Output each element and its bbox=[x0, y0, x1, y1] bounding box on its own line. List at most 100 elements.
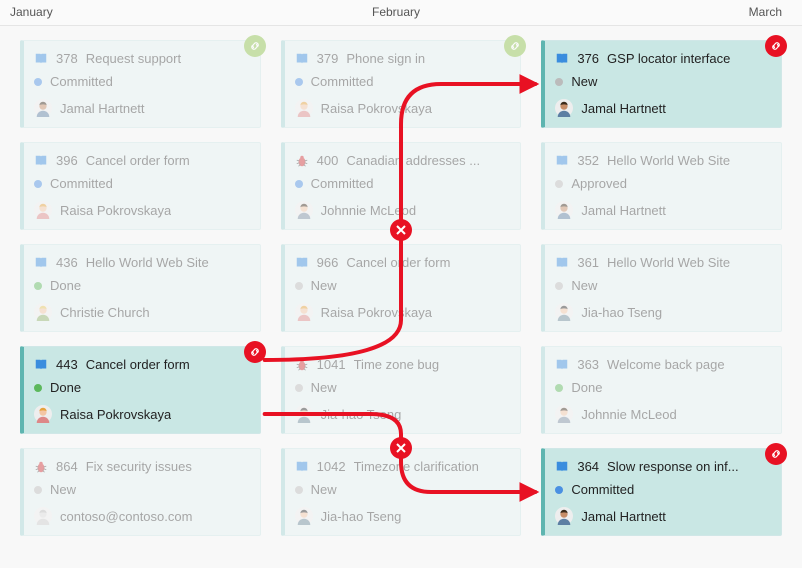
status-row: Done bbox=[34, 278, 248, 293]
assignee-name: Jamal Hartnett bbox=[581, 509, 666, 524]
work-item-title: Hello World Web Site bbox=[607, 153, 769, 168]
card-header: 378Request support bbox=[34, 51, 248, 66]
work-item-title: GSP locator interface bbox=[607, 51, 769, 66]
work-item-title: Canadian addresses ... bbox=[346, 153, 508, 168]
work-item-card[interactable]: 966Cancel order formNewRaisa Pokrovskaya bbox=[281, 244, 522, 332]
work-item-title: Welcome back page bbox=[607, 357, 769, 372]
status-dot-icon bbox=[295, 78, 303, 86]
card-header: 364 Slow response on inf... bbox=[555, 459, 769, 474]
dependency-link-icon[interactable] bbox=[765, 35, 787, 57]
work-item-card[interactable]: 378Request supportCommittedJamal Hartnet… bbox=[20, 40, 261, 128]
card-header: 376 GSP locator interface bbox=[555, 51, 769, 66]
avatar-icon bbox=[34, 405, 52, 423]
work-item-title: Cancel order form bbox=[86, 357, 248, 372]
work-item-card[interactable]: 1042Timezone clarificationNewJia-hao Tse… bbox=[281, 448, 522, 536]
work-item-id: 364 bbox=[577, 459, 599, 474]
work-item-card[interactable]: 364Slow response on inf...CommittedJamal… bbox=[541, 448, 782, 536]
work-item-card[interactable]: 352Hello World Web SiteApprovedJamal Har… bbox=[541, 142, 782, 230]
status-row: Committed bbox=[295, 74, 509, 89]
dependency-link-icon[interactable] bbox=[504, 35, 526, 57]
card-header: 361Hello World Web Site bbox=[555, 255, 769, 270]
work-item-title: Hello World Web Site bbox=[86, 255, 248, 270]
pbi-icon bbox=[295, 460, 309, 474]
status-label: New bbox=[571, 74, 597, 89]
status-dot-icon bbox=[555, 78, 563, 86]
work-item-title: Request support bbox=[86, 51, 248, 66]
assignee-name: Raisa Pokrovskaya bbox=[321, 305, 432, 320]
assignee-row: Jia-hao Tseng bbox=[295, 405, 509, 423]
work-item-title: Hello World Web Site bbox=[607, 255, 769, 270]
status-label: New bbox=[311, 482, 337, 497]
status-label: Committed bbox=[311, 74, 374, 89]
pbi-icon bbox=[34, 256, 48, 270]
status-dot-icon bbox=[34, 486, 42, 494]
work-item-title: Slow response on inf... bbox=[607, 459, 769, 474]
work-item-card[interactable]: 864Fix security issues New contoso@contoso… bbox=[20, 448, 261, 536]
status-dot-icon bbox=[555, 282, 563, 290]
avatar-icon bbox=[555, 99, 573, 117]
dependency-link-icon[interactable] bbox=[244, 35, 266, 57]
status-row: New bbox=[295, 278, 509, 293]
status-dot-icon bbox=[555, 180, 563, 188]
assignee-row: Jia-hao Tseng bbox=[295, 507, 509, 525]
work-item-title: Cancel order form bbox=[86, 153, 248, 168]
assignee-name: Raisa Pokrovskaya bbox=[60, 407, 171, 422]
dependency-link-icon[interactable] bbox=[244, 341, 266, 363]
assignee-name: Jia-hao Tseng bbox=[581, 305, 662, 320]
work-item-card[interactable]: 443Cancel order form Done Raisa Pokrovskay… bbox=[20, 346, 261, 434]
work-item-title: Time zone bug bbox=[354, 357, 509, 372]
pbi-icon bbox=[34, 154, 48, 168]
avatar-icon bbox=[295, 99, 313, 117]
card-header: 1041Time zone bug bbox=[295, 357, 509, 372]
work-item-card[interactable]: 363Welcome back pageDoneJohnnie McLeod bbox=[541, 346, 782, 434]
assignee-row: Raisa Pokrovskaya bbox=[295, 99, 509, 117]
status-row: Approved bbox=[555, 176, 769, 191]
month-header: January February March bbox=[0, 0, 802, 26]
work-item-card[interactable]: 361Hello World Web Site New Jia-hao Tseng bbox=[541, 244, 782, 332]
status-label: New bbox=[311, 380, 337, 395]
status-row: New bbox=[34, 482, 248, 497]
work-item-card[interactable]: 1041Time zone bug New Jia-hao Tseng bbox=[281, 346, 522, 434]
pbi-icon bbox=[555, 358, 569, 372]
work-item-card[interactable]: 379Phone sign in Committed Raisa Pokrovska… bbox=[281, 40, 522, 128]
status-label: Done bbox=[571, 380, 602, 395]
pbi-icon bbox=[295, 52, 309, 66]
card-header: 864Fix security issues bbox=[34, 459, 248, 474]
card-header: 379Phone sign in bbox=[295, 51, 509, 66]
pbi-icon bbox=[555, 256, 569, 270]
dependency-link-icon[interactable] bbox=[765, 443, 787, 465]
status-label: Done bbox=[50, 380, 81, 395]
bug-icon bbox=[295, 154, 309, 168]
assignee-row: Jamal Hartnett bbox=[555, 507, 769, 525]
status-row: Done bbox=[34, 380, 248, 395]
column-march: 376 GSP locator interface New Jamal Hartnet… bbox=[541, 40, 782, 568]
status-dot-icon bbox=[295, 384, 303, 392]
avatar-icon bbox=[295, 201, 313, 219]
assignee-name: Johnnie McLeod bbox=[581, 407, 676, 422]
status-label: Committed bbox=[50, 74, 113, 89]
assignee-row: contoso@contoso.com bbox=[34, 507, 248, 525]
assignee-row: Christie Church bbox=[34, 303, 248, 321]
work-item-id: 396 bbox=[56, 153, 78, 168]
card-header: 352 Hello World Web Site bbox=[555, 153, 769, 168]
column-february: 379Phone sign in Committed Raisa Pokrovska… bbox=[281, 40, 522, 568]
work-item-card[interactable]: 436Hello World Web SiteDoneChristie Chur… bbox=[20, 244, 261, 332]
assignee-row: Jia-hao Tseng bbox=[555, 303, 769, 321]
work-item-id: 352 bbox=[577, 153, 599, 168]
status-row: Done bbox=[555, 380, 769, 395]
plan-board: 378Request support Committed Jamal Hartnet… bbox=[0, 26, 802, 568]
assignee-row: Raisa Pokrovskaya bbox=[34, 405, 248, 423]
work-item-id: 376 bbox=[577, 51, 599, 66]
work-item-card[interactable]: 396Cancel order formCommittedRaisa Pokro… bbox=[20, 142, 261, 230]
status-label: New bbox=[571, 278, 597, 293]
status-dot-icon bbox=[295, 180, 303, 188]
assignee-row: Johnnie McLeod bbox=[295, 201, 509, 219]
avatar-icon bbox=[34, 303, 52, 321]
assignee-name: contoso@contoso.com bbox=[60, 509, 192, 524]
card-header: 443Cancel order form bbox=[34, 357, 248, 372]
status-label: New bbox=[311, 278, 337, 293]
assignee-name: Christie Church bbox=[60, 305, 150, 320]
work-item-card[interactable]: 400Canadian addresses ...CommittedJohnni… bbox=[281, 142, 522, 230]
work-item-card[interactable]: 376GSP locator interfaceNewJamal Hartnet… bbox=[541, 40, 782, 128]
status-label: Committed bbox=[50, 176, 113, 191]
